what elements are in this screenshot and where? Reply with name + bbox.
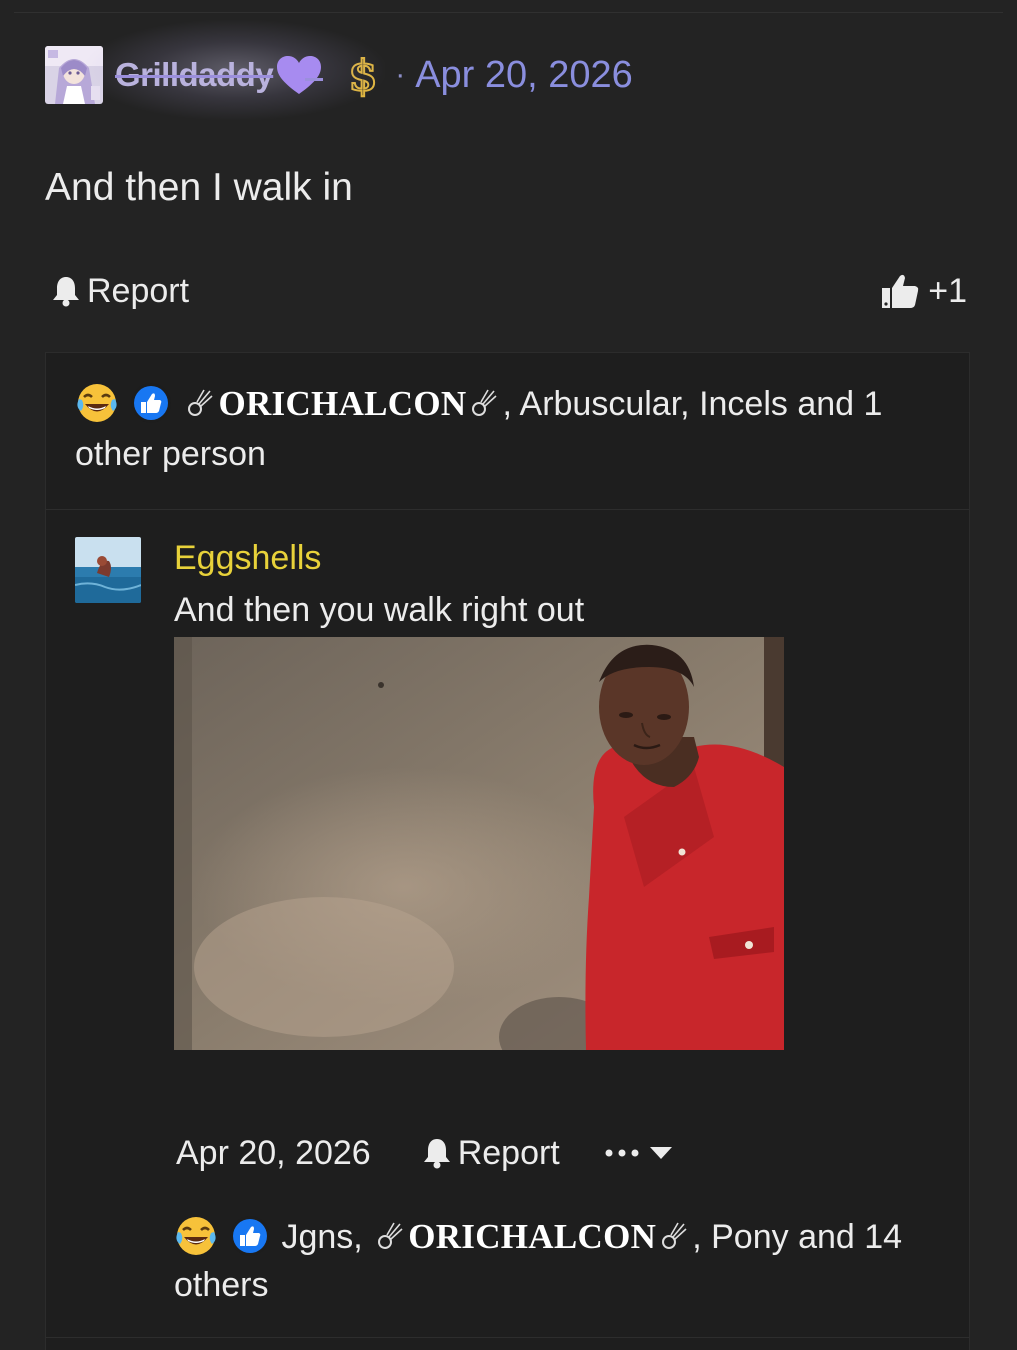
reactions-and-replies-panel: ORICHALCON , Arbuscular, Incels and 1 ot… bbox=[45, 352, 970, 1350]
reply-reactor-name-3[interactable]: Pony bbox=[711, 1218, 789, 1256]
bell-icon bbox=[423, 1139, 450, 1169]
chevron-down-icon bbox=[649, 1147, 672, 1159]
laughing-crying-emoji-icon bbox=[176, 1217, 216, 1255]
reply-gif-image[interactable] bbox=[174, 637, 784, 1050]
reactor-separator: , bbox=[692, 1218, 702, 1256]
anime-avatar-image bbox=[45, 46, 103, 104]
ellipsis-icon bbox=[605, 1149, 639, 1157]
purple-heart-icon bbox=[277, 56, 324, 94]
reply-reactions-summary[interactable]: Jgns, ORICHALCON , Pony and 14 others bbox=[174, 1213, 914, 1309]
comet-icon bbox=[662, 1222, 687, 1249]
reply-author-username[interactable]: Eggshells bbox=[174, 539, 321, 578]
reply-reactor-name-2[interactable]: ORICHALCON bbox=[408, 1217, 656, 1256]
forum-thread-page: Grilldaddy $ · Apr 20, 2026 And then I w… bbox=[0, 0, 1017, 1350]
reply-text: And then you walk right out bbox=[174, 591, 585, 629]
reply-report-button[interactable]: Report bbox=[421, 1134, 560, 1173]
dollar-sign-icon: $ bbox=[348, 50, 379, 100]
like-button[interactable]: +1 bbox=[880, 272, 967, 311]
thumbs-up-icon bbox=[882, 274, 919, 308]
like-badge-icon bbox=[230, 1216, 270, 1256]
report-button[interactable]: Report bbox=[50, 272, 189, 311]
like-count: +1 bbox=[928, 271, 967, 310]
svg-text:$: $ bbox=[349, 51, 378, 100]
top-divider bbox=[14, 12, 1003, 13]
reactor-separator: , bbox=[502, 385, 512, 423]
post-reactions-summary[interactable]: ORICHALCON , Arbuscular, Incels and 1 ot… bbox=[75, 379, 915, 479]
reactor-separator: , bbox=[680, 385, 690, 423]
man-walking-out-gif bbox=[174, 637, 784, 1050]
panel-divider bbox=[46, 509, 969, 510]
comet-icon bbox=[188, 389, 213, 416]
panel-bottom-divider bbox=[46, 1337, 969, 1338]
report-label: Report bbox=[87, 271, 190, 310]
post-author-username[interactable]: Grilldaddy bbox=[115, 56, 274, 94]
comet-icon bbox=[378, 1222, 403, 1249]
like-badge-icon bbox=[131, 383, 171, 423]
reply-report-label: Report bbox=[457, 1133, 560, 1172]
avatar[interactable] bbox=[45, 46, 103, 104]
date-separator: · bbox=[395, 58, 406, 91]
reply-meta-row: Apr 20, 2026 Report bbox=[176, 1131, 674, 1175]
reactor-name-3[interactable]: Incels bbox=[699, 385, 788, 423]
bell-icon bbox=[53, 277, 79, 307]
reactor-separator: , bbox=[353, 1218, 363, 1256]
more-options-button[interactable] bbox=[604, 1145, 674, 1161]
reactor-name-2[interactable]: Arbuscular bbox=[520, 385, 681, 423]
post-actions: Report +1 bbox=[50, 268, 967, 314]
reactor-name-1[interactable]: ORICHALCON bbox=[218, 384, 466, 423]
post-header: Grilldaddy $ · Apr 20, 2026 bbox=[45, 20, 633, 120]
reply-avatar[interactable] bbox=[75, 537, 141, 603]
post-body-text: And then I walk in bbox=[45, 166, 353, 209]
comet-icon bbox=[472, 389, 498, 416]
laughing-crying-emoji-icon bbox=[77, 384, 117, 422]
reply-date[interactable]: Apr 20, 2026 bbox=[176, 1134, 371, 1173]
ocean-bird-avatar-image bbox=[75, 537, 141, 603]
username-wrapper: Grilldaddy bbox=[85, 20, 385, 120]
reply-reactor-name-1[interactable]: Jgns bbox=[281, 1218, 353, 1256]
post-date[interactable]: Apr 20, 2026 bbox=[415, 54, 633, 97]
